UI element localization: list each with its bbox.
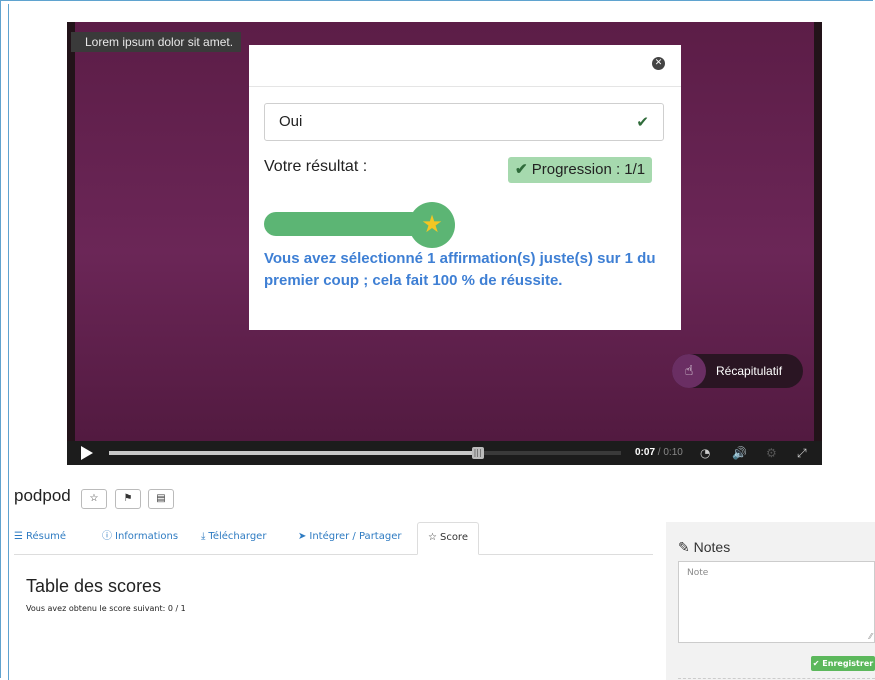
resize-grip-icon[interactable]: ⁄⁄	[869, 632, 872, 641]
tab-telecharger[interactable]: ⤓ Télécharger	[201, 522, 266, 554]
time-duration: / 0:10	[657, 447, 683, 458]
tab-label: Télécharger	[208, 531, 267, 542]
score-progress-bar	[264, 212, 424, 236]
notes-divider	[678, 678, 875, 679]
download-icon: ⤓	[201, 531, 206, 542]
pointer-hand-icon: ☝	[672, 354, 706, 388]
page-frame-left	[8, 4, 9, 680]
close-icon[interactable]: ✕	[652, 57, 665, 70]
note-placeholder: Note	[687, 568, 709, 578]
film-icon: ▤	[156, 493, 166, 504]
star-outline-icon: ☆	[89, 493, 99, 504]
seek-handle[interactable]: |||	[471, 447, 484, 459]
tab-score[interactable]: ☆ Score	[417, 522, 479, 555]
volume-icon[interactable]: 🔊	[732, 441, 747, 465]
recap-label: Récapitulatif	[716, 364, 783, 378]
tab-integrer-partager[interactable]: ➤ Intégrer / Partager	[298, 522, 401, 554]
check-icon: ✔	[515, 161, 528, 178]
feedback-text: Vous avez sélectionné 1 affirmation(s) j…	[264, 250, 656, 289]
flag-icon: ⚑	[123, 493, 133, 504]
modal-divider	[249, 86, 681, 87]
recap-button[interactable]: ☝ Récapitulatif	[672, 354, 803, 388]
paperclip-icon: ✎	[678, 539, 690, 555]
notes-panel: ✎ Notes Note ⁄⁄ ✔ Enregistrer	[666, 522, 875, 680]
score-star-badge: ★	[409, 202, 455, 248]
play-icon[interactable]	[81, 446, 93, 460]
seek-bar[interactable]: |||	[109, 447, 621, 459]
save-note-button[interactable]: ✔ Enregistrer	[811, 656, 875, 671]
scores-heading: Table des scores	[26, 576, 162, 596]
list-icon: ☰	[14, 531, 23, 542]
settings-gear-icon[interactable]: ⚙	[766, 441, 777, 465]
answer-text: Oui	[279, 113, 303, 130]
save-label: Enregistrer	[822, 659, 874, 668]
report-button[interactable]: ⚑	[115, 489, 141, 509]
check-icon: ✔	[812, 659, 820, 668]
info-icon: ⓘ	[102, 531, 112, 542]
time-current: 0:07	[635, 447, 656, 458]
tab-label: Résumé	[25, 531, 67, 542]
tab-informations[interactable]: ⓘ Informations	[102, 522, 178, 554]
time-display: 0:07 / 0:10	[635, 441, 683, 465]
answer-option[interactable]: Oui ✔	[264, 103, 664, 141]
tab-label: Informations	[115, 531, 179, 542]
video-letterbox-right	[814, 22, 822, 441]
speed-gauge-icon[interactable]: ◔	[700, 441, 710, 465]
notes-title: ✎ Notes	[678, 539, 730, 556]
tab-label: Score	[439, 532, 468, 543]
page-title: podpod	[14, 486, 71, 505]
seek-bar-fill	[109, 451, 478, 455]
progress-badge-text: Progression : 1/1	[531, 161, 646, 178]
video-controlbar: ||| 0:07 / 0:10 ◔ 🔊 ⚙ ⤢	[67, 441, 822, 465]
video-letterbox-left	[67, 22, 75, 441]
progress-badge: ✔ Progression : 1/1	[508, 157, 653, 183]
check-icon: ✔	[636, 113, 649, 131]
tab-label: Intégrer / Partager	[309, 531, 402, 542]
tab-resume[interactable]: ☰ Résumé	[14, 522, 66, 554]
note-textarea[interactable]: Note ⁄⁄	[678, 561, 875, 643]
video-overlay-text: Lorem ipsum dolor sit amet.	[71, 32, 242, 52]
star-icon: ★	[421, 210, 443, 238]
favorite-button[interactable]: ☆	[81, 489, 107, 509]
star-icon: ☆	[428, 532, 437, 543]
scores-text: Vous avez obtenu le score suivant: 0 / 1	[26, 604, 186, 613]
tab-bar: ☰ Résumé ⓘ Informations ⤓ Télécharger ➤ Inté…	[14, 522, 653, 555]
result-label: Votre résultat :	[264, 158, 368, 175]
fullscreen-icon[interactable]: ⤢	[797, 441, 807, 465]
share-icon: ➤	[298, 531, 307, 542]
quiz-result-modal: ✕ Oui ✔ Votre résultat : ✔ Progression :…	[249, 45, 681, 330]
playlist-button[interactable]: ▤	[148, 489, 174, 509]
notes-title-text: Notes	[693, 539, 731, 555]
